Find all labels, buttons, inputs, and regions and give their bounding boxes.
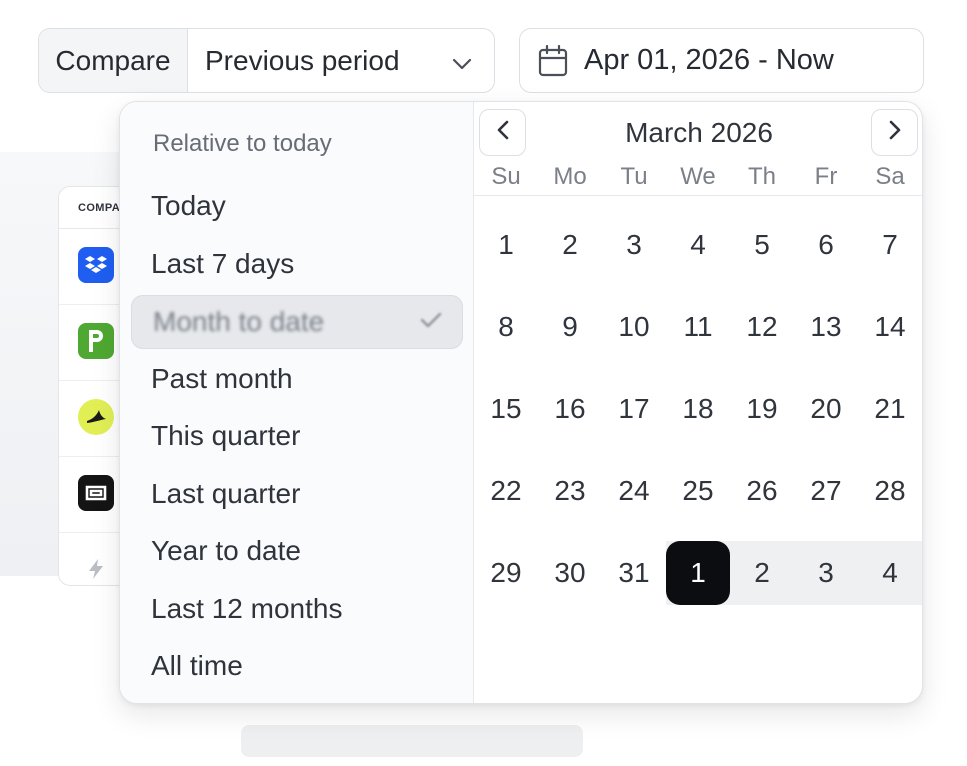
compare-control: Compare Previous period bbox=[38, 28, 495, 93]
preset-past-month[interactable]: Past month bbox=[151, 363, 293, 395]
weekday-header: Su Mo Tu We Th Fr Sa bbox=[474, 163, 922, 196]
date-range-button[interactable]: Apr 01, 2026 - Now bbox=[519, 28, 924, 93]
calendar-day[interactable]: 4 bbox=[858, 541, 922, 605]
preset-month-to-date[interactable]: Month to date bbox=[131, 295, 463, 349]
preset-this-quarter[interactable]: This quarter bbox=[151, 420, 300, 452]
compare-period-select[interactable]: Previous period bbox=[188, 29, 494, 92]
preset-last-7-days[interactable]: Last 7 days bbox=[151, 248, 294, 280]
weekday-label: Th bbox=[747, 163, 776, 190]
weekday-label: Mo bbox=[553, 163, 587, 190]
calendar-day[interactable]: 20 bbox=[794, 377, 858, 441]
weekday-label: Fr bbox=[814, 163, 838, 190]
calendar-day[interactable]: 1 bbox=[474, 213, 538, 277]
calendar-day[interactable]: 9 bbox=[538, 295, 602, 359]
calendar-day[interactable]: 29 bbox=[474, 541, 538, 605]
weekday-label: Sa bbox=[875, 163, 905, 190]
calendar-day[interactable]: 14 bbox=[858, 295, 922, 359]
date-range-value: Apr 01, 2026 - Now bbox=[584, 44, 834, 76]
weekday-label: We bbox=[680, 163, 716, 190]
calendar-day[interactable]: 13 bbox=[794, 295, 858, 359]
calendar-day[interactable]: 10 bbox=[602, 295, 666, 359]
calendar-day[interactable]: 25 bbox=[666, 459, 730, 523]
calendar-day[interactable]: 28 bbox=[858, 459, 922, 523]
calendar-day[interactable]: 11 bbox=[666, 295, 730, 359]
weekday-label: Su bbox=[491, 163, 521, 190]
checkmark-icon bbox=[419, 310, 443, 335]
calendar-day[interactable]: 21 bbox=[858, 377, 922, 441]
calendar-day[interactable]: 22 bbox=[474, 459, 538, 523]
preset-today[interactable]: Today bbox=[151, 190, 226, 222]
calendar-day[interactable]: 24 bbox=[602, 459, 666, 523]
calendar-day[interactable]: 31 bbox=[602, 541, 666, 605]
calendar-day[interactable]: 19 bbox=[730, 377, 794, 441]
calendar-month-title: March 2026 bbox=[625, 117, 773, 148]
calendar-day[interactable]: 17 bbox=[602, 377, 666, 441]
calendar-day[interactable]: 2 bbox=[730, 541, 794, 605]
calendar-day[interactable]: 12 bbox=[730, 295, 794, 359]
calendar-day[interactable]: 26 bbox=[730, 459, 794, 523]
bird-logo-icon bbox=[78, 399, 114, 435]
calendar-day[interactable]: 30 bbox=[538, 541, 602, 605]
chevron-right-icon bbox=[889, 120, 901, 145]
calendar-day[interactable]: 2 bbox=[538, 213, 602, 277]
calendar-day[interactable]: 23 bbox=[538, 459, 602, 523]
calendar-day[interactable]: 3 bbox=[602, 213, 666, 277]
preset-list: Relative to today Today Last 7 days Mont… bbox=[120, 102, 474, 703]
date-picker-popover: Relative to today Today Last 7 days Mont… bbox=[119, 101, 923, 704]
calendar-day[interactable]: 27 bbox=[794, 459, 858, 523]
calendar-day[interactable]: 4 bbox=[666, 213, 730, 277]
weekday-label: Tu bbox=[620, 163, 648, 190]
preset-list-title: Relative to today bbox=[153, 130, 332, 157]
calendar-day[interactable]: 16 bbox=[538, 377, 602, 441]
chevron-down-icon bbox=[452, 45, 472, 77]
chevron-left-icon bbox=[497, 120, 509, 145]
preset-month-to-date-label: Month to date bbox=[153, 306, 325, 337]
calendar-day-selected[interactable]: 1 bbox=[666, 541, 730, 605]
compare-label: Compare bbox=[39, 29, 188, 92]
calendar-icon bbox=[538, 44, 568, 77]
calendar-day[interactable]: 15 bbox=[474, 377, 538, 441]
calendar-day[interactable]: 18 bbox=[666, 377, 730, 441]
p-logo-icon bbox=[78, 323, 114, 359]
frame-logo-icon bbox=[78, 475, 114, 511]
calendar-day[interactable]: 7 bbox=[858, 213, 922, 277]
calendar-day[interactable]: 3 bbox=[794, 541, 858, 605]
compare-period-value: Previous period bbox=[205, 44, 400, 76]
preset-all-time[interactable]: All time bbox=[151, 650, 243, 682]
calendar-pane: March 2026 Su Mo Tu We Th Fr Sa 12345678… bbox=[474, 102, 922, 703]
dropbox-logo-icon bbox=[78, 247, 114, 283]
preset-year-to-date[interactable]: Year to date bbox=[151, 535, 301, 567]
calendar-day[interactable]: 8 bbox=[474, 295, 538, 359]
calendar-day[interactable]: 5 bbox=[730, 213, 794, 277]
preset-last-12-months[interactable]: Last 12 months bbox=[151, 593, 342, 625]
background-placeholder-bar bbox=[241, 725, 583, 757]
calendar-day[interactable]: 6 bbox=[794, 213, 858, 277]
bolt-logo-icon bbox=[78, 551, 114, 585]
preset-last-quarter[interactable]: Last quarter bbox=[151, 478, 300, 510]
prev-month-button[interactable] bbox=[479, 109, 526, 156]
next-month-button[interactable] bbox=[871, 109, 918, 156]
